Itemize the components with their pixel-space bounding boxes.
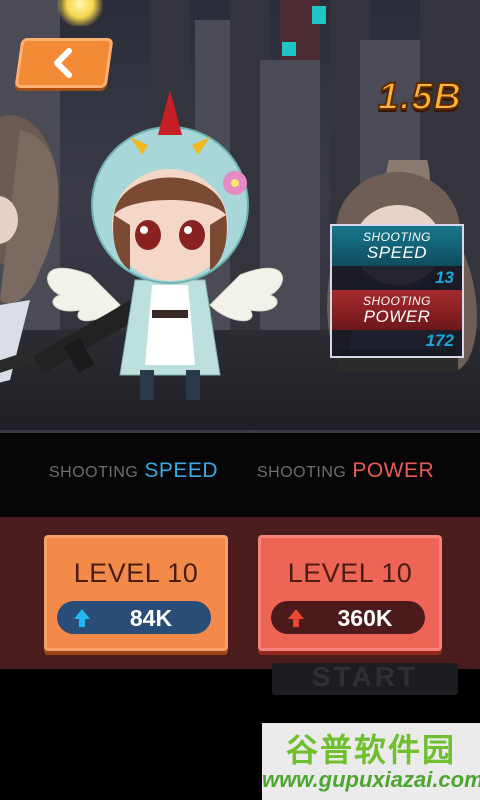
upgrade-tabs: SHOOTING SPEED SHOOTING POWER — [0, 433, 480, 517]
speed-stat-label: SHOOTING SPEED — [332, 226, 462, 266]
power-stat-value: 172 — [425, 331, 454, 350]
power-cost-pill: 360K — [271, 601, 425, 634]
power-arrow-icon — [288, 609, 304, 627]
back-button[interactable] — [14, 38, 114, 88]
game-scene: 1.5B SHOOTING SPEED 13 SHOOTING POWER 17… — [0, 0, 480, 430]
chevron-left-icon — [54, 48, 72, 78]
speed-arrow-icon — [74, 609, 90, 627]
upgrade-area: LEVEL 10 84K LEVEL 10 360K — [0, 517, 480, 669]
money-counter: 1.5B — [377, 75, 462, 119]
tab-speed-prefix: SHOOTING — [49, 464, 139, 481]
speed-level-label: LEVEL 10 — [73, 558, 199, 588]
power-level-label: LEVEL 10 — [287, 558, 413, 588]
tab-power-label: POWER — [352, 459, 435, 482]
window-light — [312, 6, 326, 24]
upgrade-speed-button[interactable]: LEVEL 10 84K — [44, 535, 228, 651]
power-cost-value: 360K — [337, 605, 393, 631]
watermark-title: 谷普软件园 — [285, 732, 456, 768]
tab-shooting-speed[interactable]: SHOOTING SPEED — [49, 459, 218, 483]
speed-stat-prefix: SHOOTING — [362, 230, 431, 244]
stat-panel: SHOOTING SPEED 13 SHOOTING POWER 172 — [330, 224, 464, 358]
speed-stat-value: 13 — [435, 268, 454, 287]
watermark-url: www.gupuxiazai.com — [262, 767, 480, 792]
window-light — [282, 42, 296, 56]
tab-speed-label: SPEED — [144, 459, 219, 482]
tab-shooting-power[interactable]: SHOOTING POWER — [257, 459, 434, 483]
speed-cost-value: 84K — [129, 605, 173, 631]
start-button-label: START — [311, 661, 419, 692]
spark-effect — [55, 0, 105, 26]
start-button[interactable]: START — [272, 663, 458, 695]
power-stat-title: POWER — [363, 307, 431, 326]
upgrade-power-button[interactable]: LEVEL 10 360K — [258, 535, 442, 651]
speed-cost-pill: 84K — [57, 601, 211, 634]
power-stat-prefix: SHOOTING — [362, 294, 431, 308]
speed-stat-title: SPEED — [366, 243, 428, 262]
tab-power-prefix: SHOOTING — [257, 464, 347, 481]
power-stat-label: SHOOTING POWER — [332, 290, 462, 330]
main-character — [34, 90, 283, 400]
watermark: 谷普软件园 www.gupuxiazai.com — [262, 723, 480, 800]
